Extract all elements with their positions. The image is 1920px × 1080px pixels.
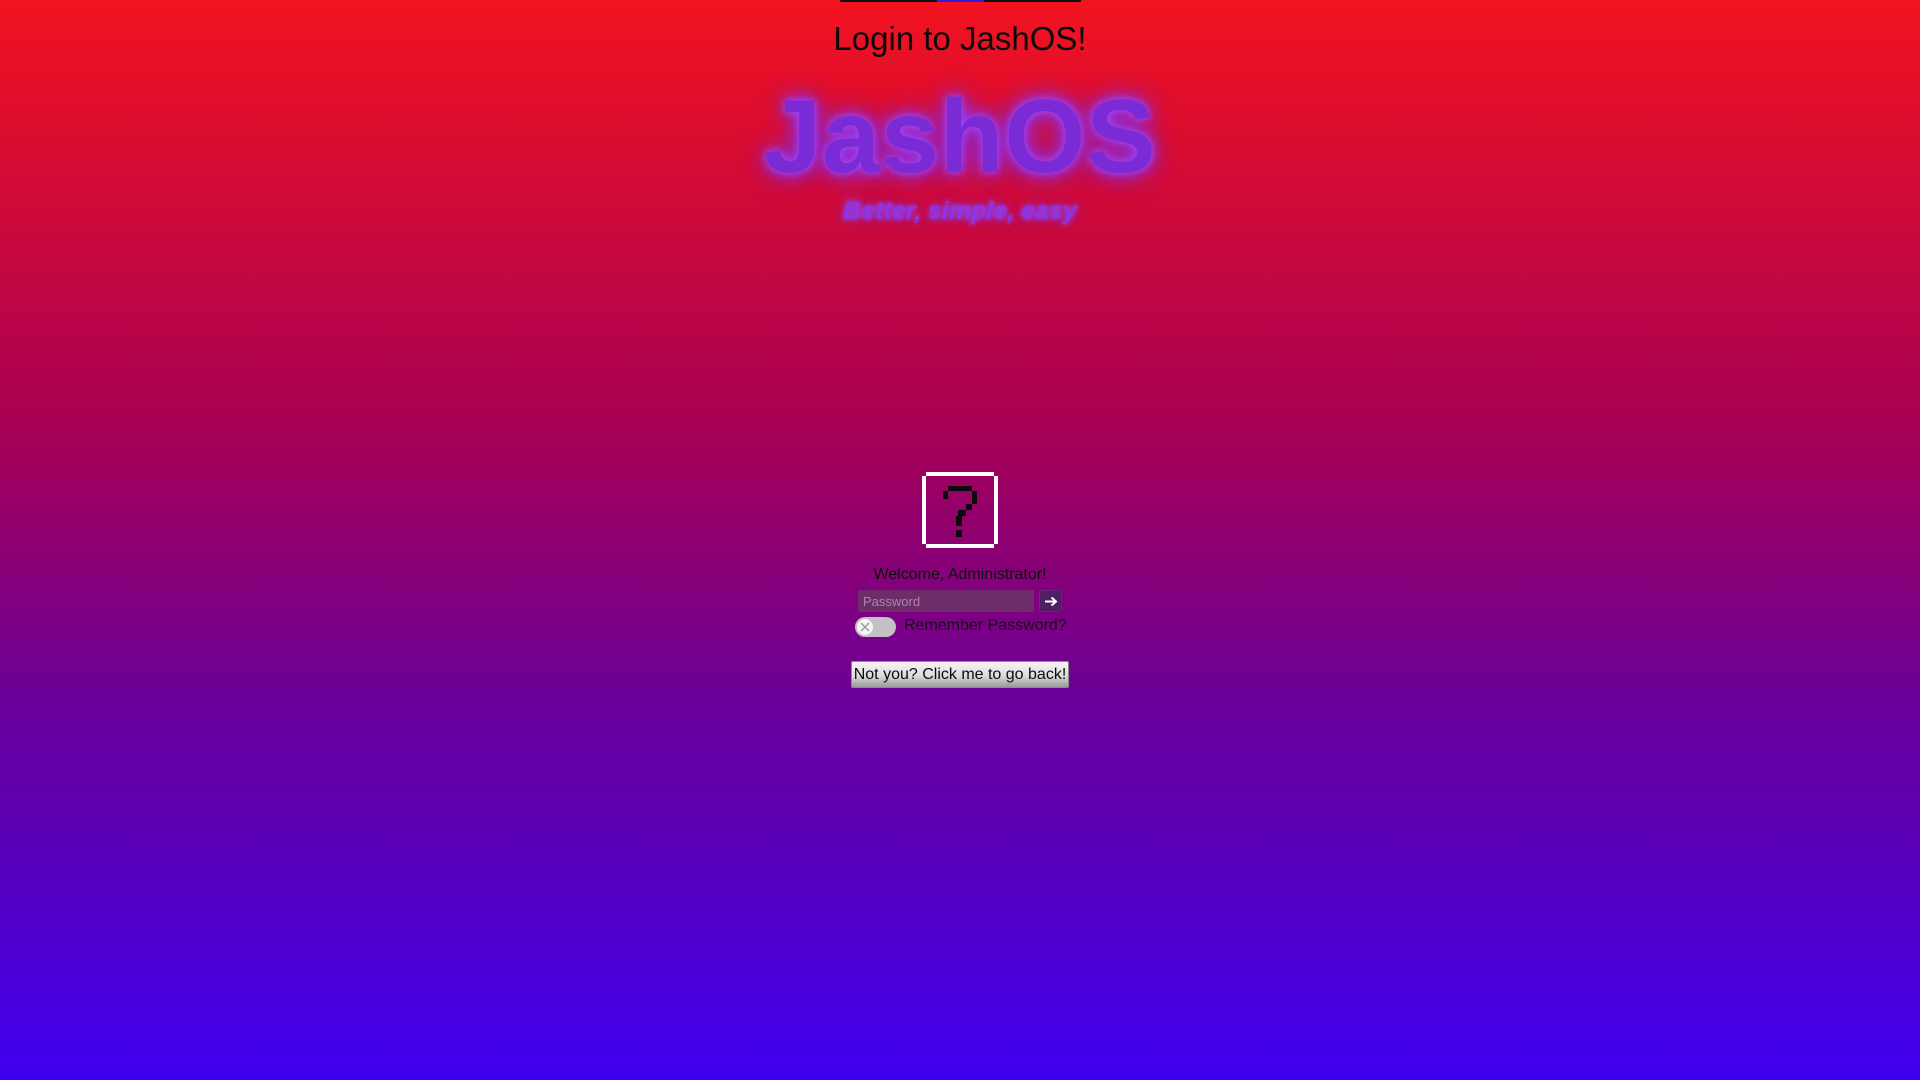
password-row: [858, 590, 1062, 612]
top-strip-accent: [937, 0, 984, 2]
logo: JashOS: [763, 79, 1157, 195]
submit-button[interactable]: [1039, 590, 1062, 612]
remember-toggle[interactable]: [855, 617, 896, 637]
page-title: Login to JashOS!: [833, 20, 1087, 57]
go-back-button[interactable]: Not you? Click me to go back!: [851, 661, 1069, 688]
welcome-message: Welcome, Administrator!: [873, 566, 1047, 583]
password-input[interactable]: [858, 590, 1034, 612]
tagline: Better, simple, easy: [843, 197, 1077, 225]
question-mark-icon: [922, 472, 998, 548]
avatar: [922, 472, 998, 548]
x-icon: [860, 622, 870, 632]
arrow-right-icon: [1045, 596, 1058, 607]
top-strip: [840, 0, 1081, 2]
remember-label: Remember Password?: [904, 617, 1067, 634]
remember-row: Remember Password?: [855, 615, 1067, 637]
toggle-knob[interactable]: [857, 619, 873, 635]
